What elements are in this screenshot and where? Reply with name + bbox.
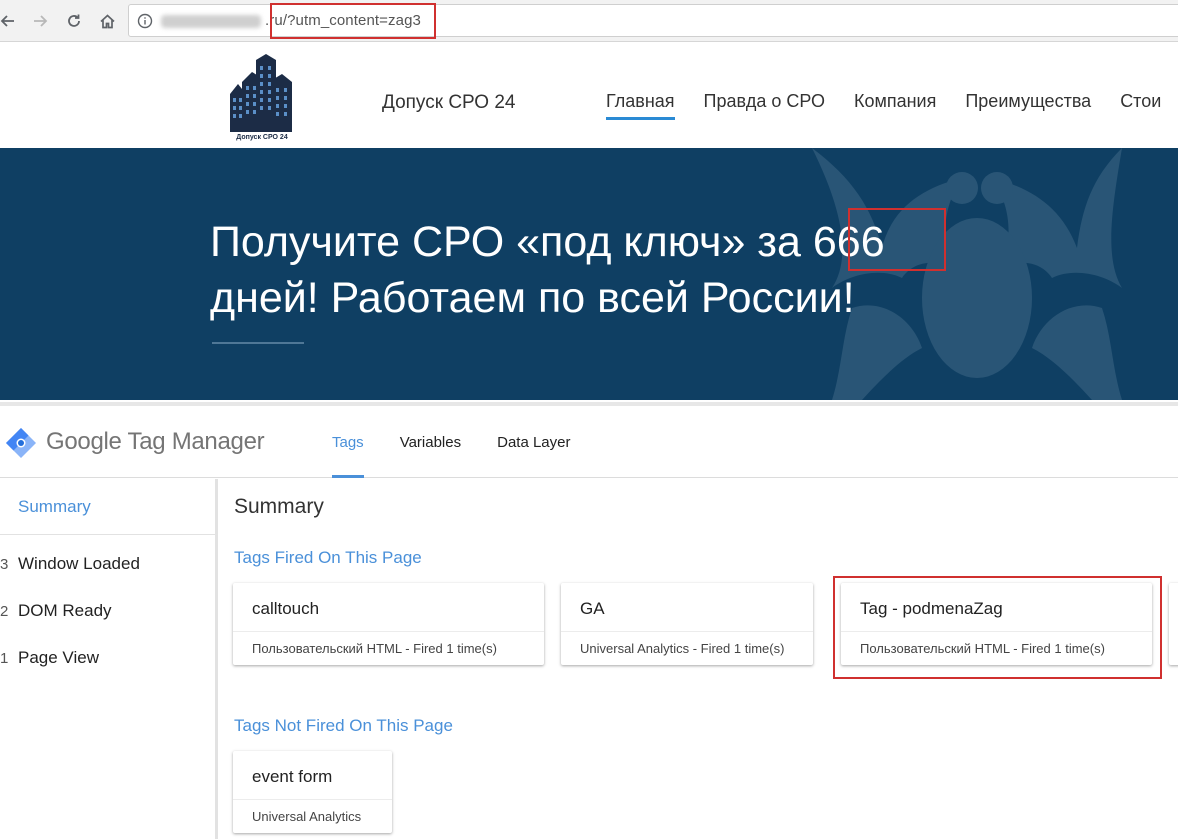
hero-title-line2: дней! Работаем по всей России!	[210, 274, 855, 322]
nav-link-truth[interactable]: Правда о СРО	[704, 91, 825, 120]
tag-card-partial[interactable]	[1169, 583, 1178, 665]
tag-type: Пользовательский HTML - Fired 1 time(s)	[252, 641, 497, 656]
tag-highlight-box	[833, 576, 1162, 679]
not-fired-section-title: Tags Not Fired On This Page	[234, 716, 453, 735]
blurred-domain	[161, 15, 261, 28]
hero-title: Получите СРО «под ключ» за 666 дней! Раб…	[210, 214, 885, 326]
fired-section-title: Tags Fired On This Page	[234, 548, 422, 567]
event-number: 2	[0, 603, 9, 620]
site-name[interactable]: Допуск СРО 24	[382, 92, 515, 114]
nav-link-home[interactable]: Главная	[606, 91, 675, 120]
sidebar-divider	[0, 534, 215, 535]
logo-caption: Допуск СРО 24	[236, 134, 288, 141]
gtm-tabs: Tags Variables Data Layer	[332, 406, 606, 478]
hero-title-prefix: Получите СРО «под ключ» за	[210, 218, 813, 266]
tag-name: GA	[580, 599, 605, 618]
card-divider	[561, 631, 813, 632]
site-nav: Главная Правда о СРО Компания Преимущест…	[606, 91, 1178, 120]
gtm-brand: Google Tag Manager	[46, 428, 265, 455]
event-number: 3	[0, 556, 9, 573]
card-divider	[233, 799, 392, 800]
home-icon[interactable]	[95, 9, 119, 33]
back-icon[interactable]	[0, 9, 20, 33]
event-label: DOM Ready	[18, 601, 112, 620]
tag-type: Universal Analytics	[252, 809, 362, 824]
hero-underline	[212, 342, 304, 344]
event-number: 1	[0, 650, 9, 667]
forward-icon[interactable]	[28, 9, 52, 33]
tag-name: event form	[252, 767, 333, 786]
nav-link-price[interactable]: Стои	[1120, 91, 1161, 120]
tag-name: calltouch	[252, 599, 320, 618]
tag-card-ga[interactable]: GA Universal Analytics - Fired 1 time(s)	[561, 583, 813, 665]
event-label: Page View	[18, 648, 99, 667]
site-logo[interactable]: Допуск СРО 24	[228, 54, 294, 146]
tag-type: Universal Analytics - Fired 1 time(s)	[580, 641, 785, 656]
buildings-logo-icon	[230, 54, 292, 132]
sidebar-item-window-loaded[interactable]: 3 Window Loaded	[0, 554, 140, 574]
browser-toolbar: .ru/?utm_content=zag3	[0, 0, 1178, 42]
gtm-logo-icon	[6, 428, 36, 458]
info-icon[interactable]	[137, 13, 153, 29]
tab-variables[interactable]: Variables	[400, 406, 461, 478]
nav-link-company[interactable]: Компания	[854, 91, 936, 120]
event-label: Window Loaded	[18, 554, 140, 573]
sidebar-item-summary[interactable]: Summary	[18, 497, 91, 517]
gtm-topbar: Google Tag Manager Tags Variables Data L…	[0, 406, 1178, 478]
tab-tags[interactable]: Tags	[332, 406, 364, 478]
site-header: Допуск СРО 24 Допуск СРО 24 Главная Прав…	[0, 43, 1178, 148]
card-divider	[233, 631, 544, 632]
sidebar-item-dom-ready[interactable]: 2 DOM Ready	[0, 601, 112, 621]
nav-link-advantages[interactable]: Преимущества	[965, 91, 1091, 120]
tag-card-calltouch[interactable]: calltouch Пользовательский HTML - Fired …	[233, 583, 544, 665]
page-title: Summary	[234, 495, 324, 518]
hero-banner: Получите СРО «под ключ» за 666 дней! Раб…	[0, 148, 1178, 400]
gtm-sidebar: Summary 3 Window Loaded 2 DOM Ready 1 Page …	[0, 479, 218, 839]
gtm-main: Summary Tags Fired On This Page calltouc…	[221, 479, 1178, 839]
tag-card-event-form[interactable]: event form Universal Analytics	[233, 751, 392, 833]
url-highlight-box	[270, 3, 436, 39]
tab-data-layer[interactable]: Data Layer	[497, 406, 570, 478]
number-highlight-box	[848, 208, 946, 271]
reload-icon[interactable]	[62, 9, 86, 33]
sidebar-item-page-view[interactable]: 1 Page View	[0, 648, 99, 668]
gtm-preview-panel: Google Tag Manager Tags Variables Data L…	[0, 402, 1178, 839]
